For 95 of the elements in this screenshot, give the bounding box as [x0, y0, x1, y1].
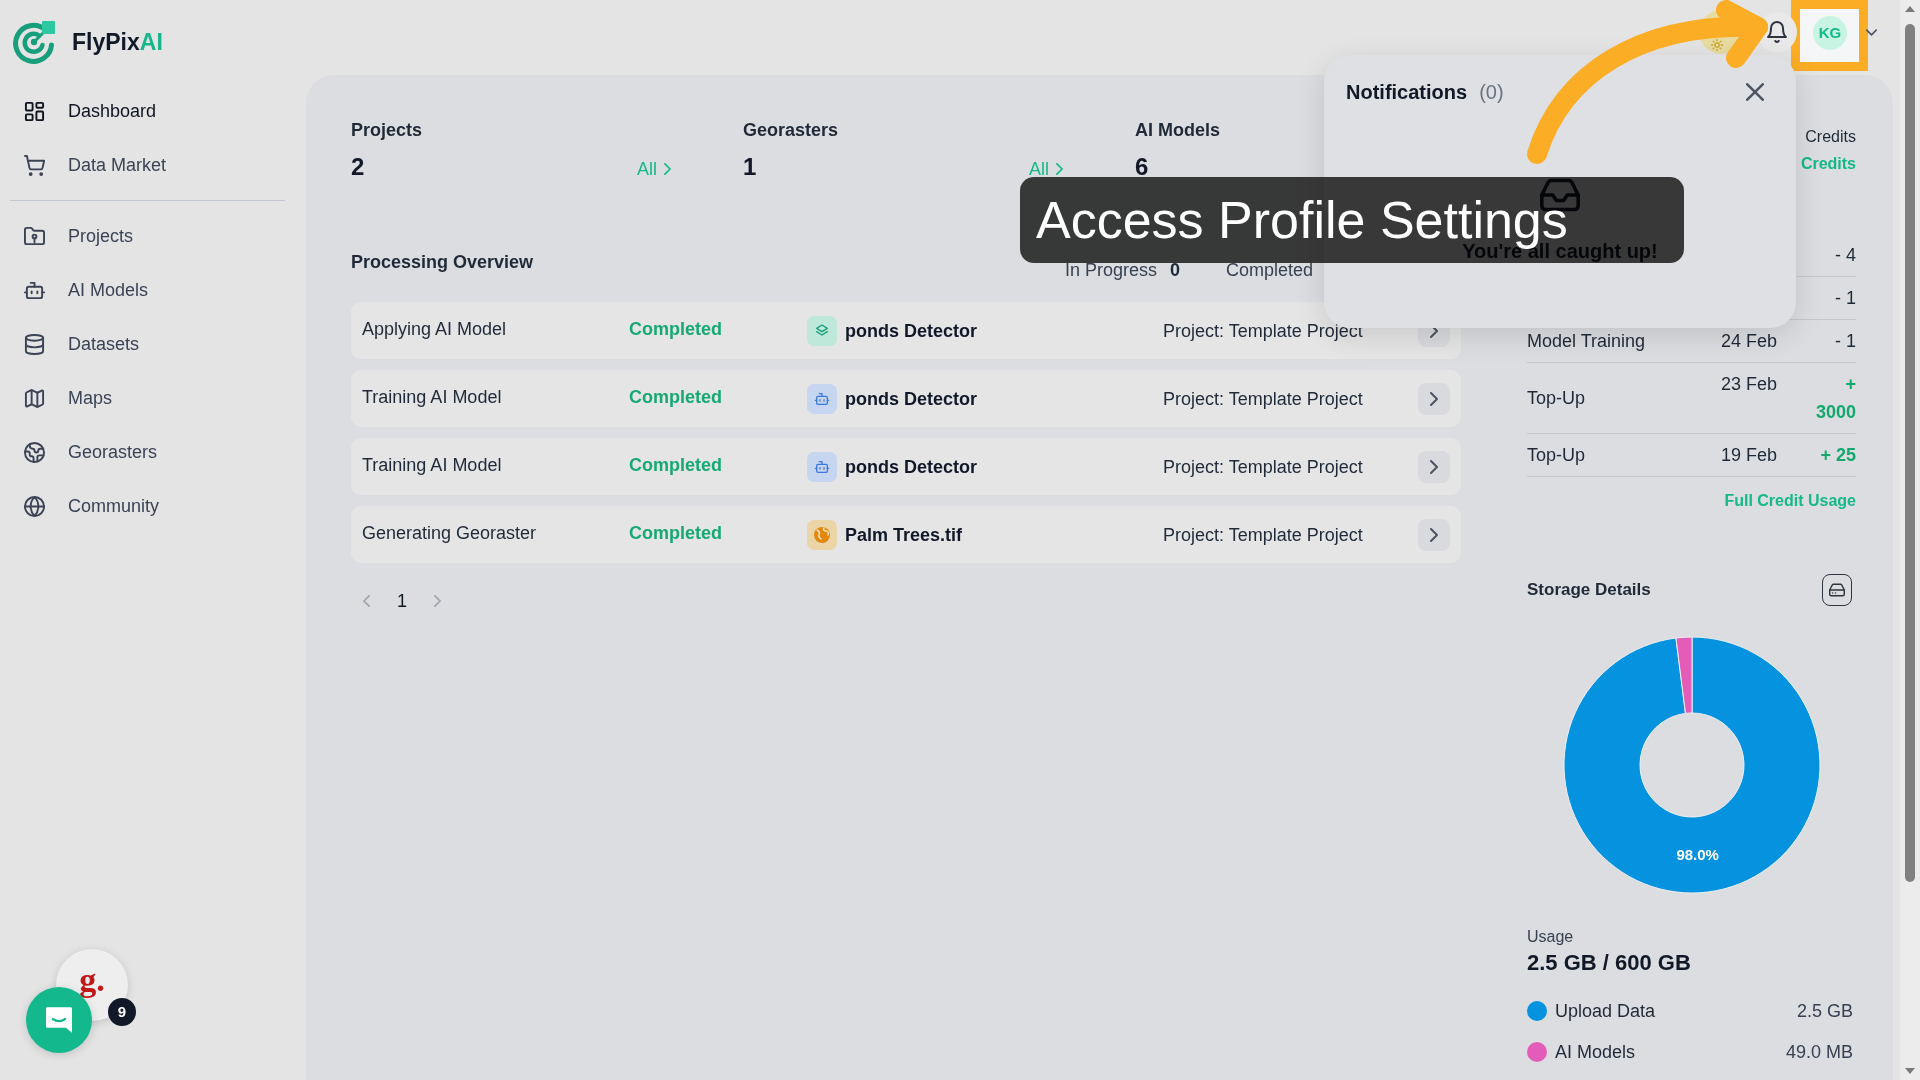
stat-label: AI Models [1135, 119, 1220, 141]
database-icon [24, 333, 45, 355]
scroll-down-icon[interactable] [1905, 1068, 1915, 1074]
transaction-label: Model Training [1527, 330, 1647, 353]
close-icon[interactable] [1746, 83, 1764, 101]
transaction-amount: + 3000 [1814, 373, 1856, 424]
sidebar-item[interactable]: Maps [0, 371, 306, 425]
robot-icon [24, 279, 45, 301]
item-name: Palm Trees.tif [845, 523, 963, 547]
usage-value: 2.5 GB / 600 GB [1527, 949, 1692, 977]
open-row-button[interactable] [1418, 382, 1450, 415]
section-title: Processing Overview [351, 251, 535, 274]
transaction-label: Top-Up [1527, 444, 1587, 467]
item-name: ponds Detector [845, 387, 977, 411]
process-row[interactable]: Training AI Model Completed ponds Detector Project: Template Project [351, 438, 1461, 495]
transaction-date: 24 Feb [1721, 330, 1779, 353]
transaction-amount: - 4 [1834, 244, 1856, 267]
project-name: Project: Template Project [1163, 387, 1364, 411]
process-action: Training AI Model [362, 385, 503, 409]
process-status: Completed [629, 385, 723, 409]
project-name: Project: Template Project [1163, 455, 1364, 479]
process-row[interactable]: Applying AI Model Completed ponds Detector Project: Template Project [351, 302, 1461, 359]
chevron-right-icon [1056, 163, 1063, 175]
stat-label: Projects [351, 119, 423, 141]
logo-icon [12, 20, 56, 64]
panel-title: Notifications [1346, 80, 1468, 105]
chevron-right-icon [1430, 391, 1438, 406]
stat-value: 2 [351, 152, 365, 182]
chevron-right-icon [1430, 527, 1438, 542]
sidebar-item[interactable]: Community [0, 479, 306, 533]
transaction-amount: + 25 [1819, 444, 1856, 467]
page-number[interactable]: 1 [397, 589, 407, 613]
transaction-date: 23 Feb [1721, 373, 1779, 396]
cart-icon [24, 154, 45, 176]
legend-value: 49.0 MB [1785, 1041, 1853, 1064]
counter-label: In Progress [1065, 259, 1158, 282]
open-row-button[interactable] [1418, 518, 1450, 551]
process-action: Generating Georaster [362, 521, 538, 545]
globe-icon [24, 495, 45, 517]
slice-label: 98.0% [1675, 846, 1719, 864]
globe-icon [807, 519, 837, 550]
sidebar-item[interactable]: Dashboard [0, 84, 306, 138]
item-name: ponds Detector [845, 319, 977, 343]
process-row[interactable]: Training AI Model Completed ponds Detector Project: Template Project [351, 370, 1461, 427]
scrollbar-thumb[interactable] [1905, 24, 1915, 882]
credits-label: Credits [1805, 127, 1856, 147]
hard-drive-icon [1829, 583, 1845, 597]
counter-value: 0 [1170, 259, 1181, 282]
legend-label: Upload Data [1555, 1000, 1656, 1023]
sidebar-item[interactable]: Georasters [0, 425, 306, 479]
process-status: Completed [629, 521, 723, 545]
sun-icon [1711, 39, 1723, 51]
credits-balance: Credits [1800, 154, 1856, 174]
chevron-down-icon[interactable] [1866, 29, 1877, 36]
sidebar-item[interactable]: Projects [0, 209, 306, 263]
robot-icon [807, 451, 837, 482]
count-badge: 9 [108, 998, 136, 1026]
bell-icon [1767, 21, 1787, 43]
usage-label: Usage [1527, 927, 1575, 947]
sidebar-item[interactable]: Datasets [0, 317, 306, 371]
process-action: Applying AI Model [362, 317, 508, 341]
logo-text: FlyPixAI [72, 28, 163, 56]
sidebar-item[interactable]: Data Market [0, 138, 306, 192]
transaction-amount: - 1 [1834, 330, 1856, 353]
counter-label: Completed [1226, 259, 1314, 282]
process-status: Completed [629, 453, 723, 477]
layers-icon [807, 315, 837, 346]
earth-icon [24, 441, 45, 463]
stat-label: Georasters [743, 119, 839, 141]
stat-value: 1 [743, 152, 757, 182]
item-name: ponds Detector [845, 455, 977, 479]
transaction-amount: - 1 [1834, 287, 1856, 310]
stat-value: 6 [1135, 152, 1149, 182]
project-name: Project: Template Project [1163, 319, 1364, 343]
section-title: Storage Details [1527, 579, 1651, 601]
scroll-up-icon[interactable] [1905, 6, 1915, 12]
chat-bubble-icon [46, 1007, 72, 1033]
process-status: Completed [629, 317, 723, 341]
folder-icon [24, 225, 45, 247]
chevron-right-icon [1430, 459, 1438, 474]
process-action: Training AI Model [362, 453, 503, 477]
grid-icon [24, 100, 45, 122]
notification-count: (0) [1479, 80, 1504, 105]
chevron-right-icon [664, 163, 671, 175]
sidebar-item[interactable]: AI Models [0, 263, 306, 317]
storage-button[interactable] [1822, 574, 1852, 606]
legend-value: 2.5 GB [1796, 1000, 1853, 1023]
open-row-button[interactable] [1418, 450, 1450, 483]
robot-icon [807, 383, 837, 414]
project-name: Project: Template Project [1163, 523, 1364, 547]
transaction-date: 19 Feb [1721, 444, 1779, 467]
process-row[interactable]: Generating Georaster Completed Palm Trees.tif Project: Template Project [351, 506, 1461, 563]
transaction-label: Top-Up [1527, 387, 1587, 410]
legend-label: AI Models [1555, 1041, 1636, 1064]
map-icon [24, 387, 45, 409]
